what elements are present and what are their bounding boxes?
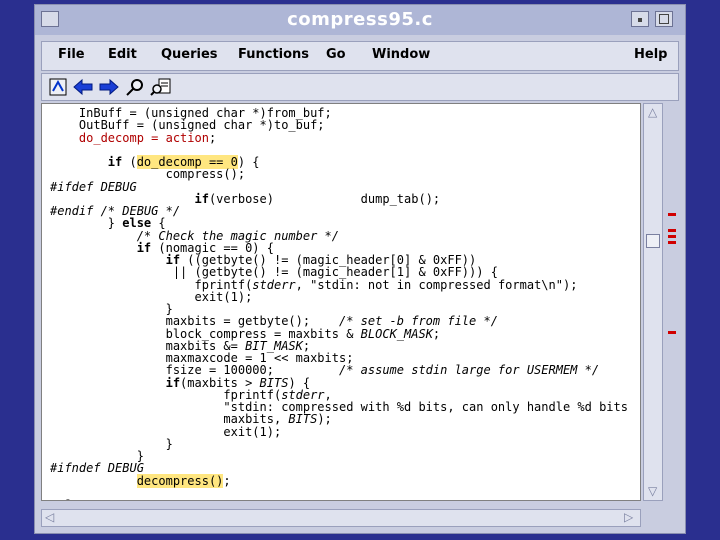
code-line[interactable]: fsize = 100000; /* assume stdin large fo… [50, 364, 628, 377]
code-line[interactable]: fprintf(stderr, "stdin: not in compresse… [50, 278, 628, 291]
forward-arrow-icon[interactable] [98, 77, 120, 97]
minimize-button[interactable] [631, 11, 649, 27]
marker[interactable] [668, 235, 676, 238]
menu-window[interactable]: Window [372, 47, 430, 62]
menu-help[interactable]: Help [634, 47, 667, 62]
horizontal-scrollbar[interactable]: ◁ ▷ [41, 509, 641, 527]
editor-window: compress95.c File Edit Queries Functions… [34, 4, 686, 534]
menu-go[interactable]: Go [326, 47, 346, 62]
menu-edit[interactable]: Edit [108, 47, 137, 62]
scrollbar-corner [643, 509, 663, 527]
code-line[interactable]: if(maxbits > BITS) { [50, 376, 628, 389]
code-line[interactable]: #ifndef DEBUG [50, 462, 628, 474]
code-line[interactable]: || (getbyte() != (magic_header[1] & 0xFF… [50, 266, 628, 279]
marker[interactable] [668, 229, 676, 232]
title-bar[interactable]: compress95.c [35, 5, 685, 35]
maximize-icon [659, 14, 669, 24]
toolbar [41, 73, 679, 101]
back-arrow-icon[interactable] [72, 77, 94, 97]
code-line[interactable] [50, 487, 628, 499]
menu-functions[interactable]: Functions [238, 47, 309, 62]
scroll-down-icon[interactable]: ▽ [648, 484, 657, 498]
marker[interactable] [668, 213, 676, 216]
code-line[interactable]: maxbits = getbyte(); /* set -b from file… [50, 315, 628, 328]
code-editor[interactable]: InBuff = (unsigned char *)from_buf; OutB… [41, 103, 641, 501]
scroll-right-icon[interactable]: ▷ [624, 510, 633, 524]
annotation-marker-column [665, 103, 681, 501]
scroll-up-icon[interactable]: △ [648, 105, 657, 119]
minimize-icon [638, 18, 642, 22]
code-line[interactable]: do_decomp = action; [50, 131, 628, 144]
code-line[interactable]: #else [50, 499, 628, 500]
code-line[interactable]: maxbits, BITS); [50, 413, 628, 426]
marker[interactable] [668, 331, 676, 334]
home-icon[interactable] [48, 77, 70, 97]
vertical-scrollbar[interactable]: △ ▽ [643, 103, 663, 501]
code-line[interactable]: #ifdef DEBUG [50, 180, 628, 193]
vertical-scroll-thumb[interactable] [646, 234, 660, 248]
source-code[interactable]: InBuff = (unsigned char *)from_buf; OutB… [50, 107, 628, 500]
marker[interactable] [668, 241, 676, 244]
window-title: compress95.c [287, 9, 433, 30]
menu-file[interactable]: File [58, 47, 85, 62]
code-line[interactable]: decompress(); [50, 473, 628, 488]
code-line[interactable]: block_compress = maxbits & BLOCK_MASK; [50, 327, 628, 340]
search-icon[interactable] [124, 77, 146, 97]
scroll-left-icon[interactable]: ◁ [45, 510, 54, 524]
menu-queries[interactable]: Queries [161, 47, 218, 62]
find-in-files-icon[interactable] [150, 77, 172, 97]
code-line[interactable]: exit(1); [50, 425, 628, 438]
maximize-button[interactable] [655, 11, 673, 27]
menu-bar: File Edit Queries Functions Go Window He… [41, 41, 679, 71]
